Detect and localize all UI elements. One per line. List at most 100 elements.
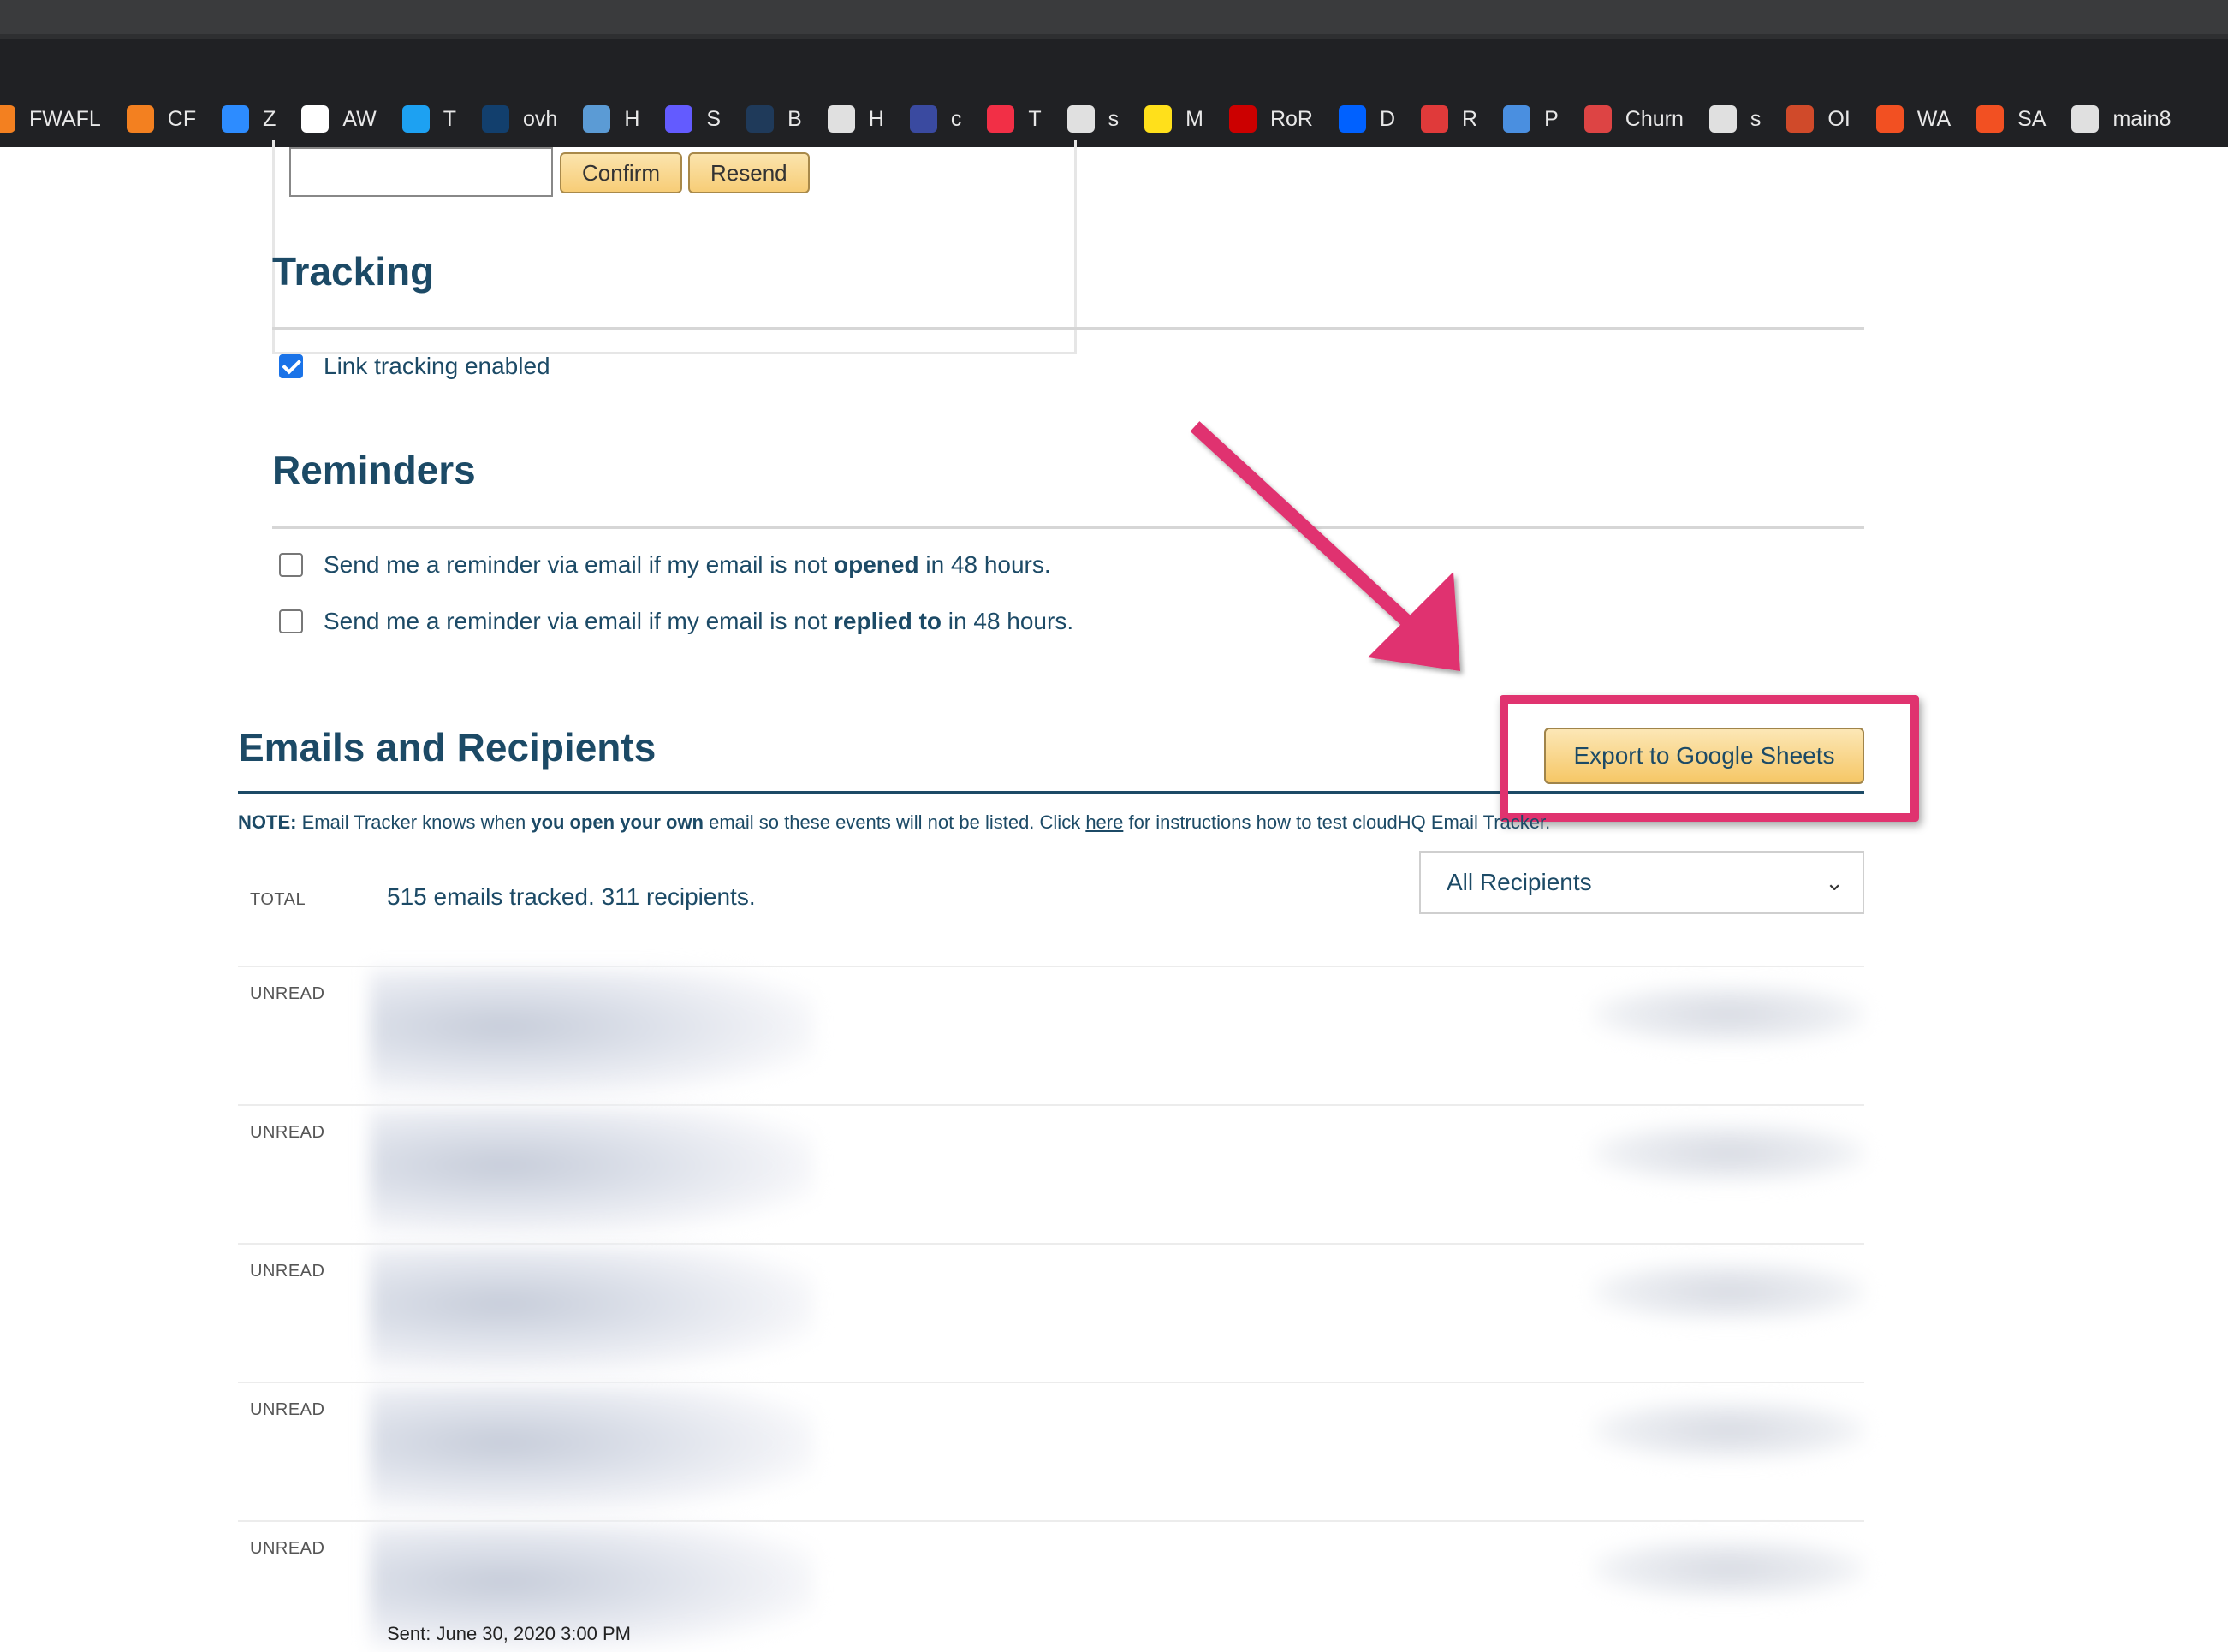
blurred-email-details[interactable] (370, 1246, 815, 1375)
link-tracking-row[interactable]: Link tracking enabled (279, 353, 550, 380)
bookmark-label: P (1544, 106, 1559, 131)
confirm-button[interactable]: Confirm (560, 152, 683, 193)
bookmark-15[interactable]: D (1338, 105, 1396, 133)
tracking-heading: Tracking (272, 249, 435, 294)
bookmark-label: s (1750, 106, 1762, 131)
dropbox-icon (1338, 105, 1366, 133)
windows-icon (1875, 105, 1904, 133)
tracking-divider (272, 327, 1864, 330)
bookmark-0[interactable]: FWAFL (0, 105, 101, 133)
page-content: Confirm Resend Tracking Link tracking en… (0, 140, 2228, 1652)
annotation-arrow (1190, 421, 1460, 671)
chevron-down-icon: ⌄ (1825, 870, 1844, 895)
link-tracking-label: Link tracking enabled (324, 353, 550, 379)
bookmark-23[interactable]: main8 (2071, 105, 2172, 133)
bookmark-16[interactable]: R (1421, 105, 1477, 133)
bookmark-label: M (1185, 106, 1203, 131)
instructions-link[interactable]: here (1085, 811, 1123, 833)
blurred-email-details[interactable] (370, 1385, 815, 1513)
row-divider (238, 1104, 1864, 1106)
dell-icon (2071, 105, 2100, 133)
red-house-icon (1421, 105, 1449, 133)
bookmark-11[interactable]: T (987, 105, 1042, 133)
hand-icon (1503, 105, 1531, 133)
twilio-icon (987, 105, 1015, 133)
bookmark-18[interactable]: Churn (1583, 105, 1684, 133)
row-divider (238, 1382, 1864, 1383)
email-status-label: UNREAD (250, 1400, 325, 1419)
mailchimp-icon (1144, 105, 1173, 133)
bookmark-1[interactable]: CF (126, 105, 196, 133)
bookmark-17[interactable]: P (1503, 105, 1559, 133)
bookmark-7[interactable]: S (665, 105, 721, 133)
link-tracking-checkbox[interactable] (279, 354, 303, 378)
reminder-opened-row[interactable]: Send me a reminder via email if my email… (279, 551, 1051, 579)
email-status-label: UNREAD (250, 1123, 325, 1142)
bookmark-3[interactable]: AW (301, 105, 377, 133)
bookmark-label: SA (2017, 106, 2047, 131)
tracker-note: NOTE: Email Tracker knows when you open … (238, 811, 1551, 833)
blurred-email-date (1592, 1539, 1866, 1599)
bookmark-10[interactable]: c (909, 105, 962, 133)
bookmark-22[interactable]: SA (1976, 105, 2046, 133)
bookmark-19[interactable]: s (1708, 105, 1762, 133)
bookmark-label: H (624, 106, 640, 131)
house-grid-icon (583, 105, 611, 133)
bookmark-label: Churn (1625, 106, 1684, 131)
dots-icon (909, 105, 937, 133)
ruby-icon (1228, 105, 1257, 133)
total-summary: 515 emails tracked. 311 recipients. (387, 883, 756, 910)
reminder-replied-row[interactable]: Send me a reminder via email if my email… (279, 608, 1073, 635)
annotation-highlight-box (1500, 695, 1919, 822)
bookmark-label: AW (342, 106, 377, 131)
email-status-label: UNREAD (250, 984, 325, 1003)
bookmark-label: Z (263, 106, 276, 131)
bookmark-label: R (1462, 106, 1478, 131)
bookmark-label: main8 (2112, 106, 2172, 131)
bookmark-label: FWAFL (29, 106, 101, 131)
emails-heading: Emails and Recipients (238, 725, 657, 770)
bookmark-20[interactable]: OI (1786, 105, 1851, 133)
bookmark-label: RoR (1269, 106, 1313, 131)
github-icon (1708, 105, 1737, 133)
blurred-email-details[interactable] (370, 1108, 815, 1236)
reminder-replied-label: Send me a reminder via email if my email… (324, 608, 1074, 634)
reminder-replied-checkbox[interactable] (279, 609, 303, 633)
blurred-email-date (1592, 1262, 1866, 1322)
stripe-s-icon (665, 105, 693, 133)
bookmark-4[interactable]: T (401, 105, 456, 133)
windows-icon (1976, 105, 2005, 133)
bookmark-label: ovh (523, 106, 558, 131)
blurred-email-date (1592, 1123, 1866, 1183)
chat-icon (1786, 105, 1815, 133)
recipients-filter-select[interactable]: All Recipients ⌄ (1419, 851, 1864, 914)
recipients-filter-value: All Recipients (1447, 869, 1592, 895)
bookmark-label: D (1379, 106, 1396, 131)
cloud-icon (126, 105, 154, 133)
bookmark-5[interactable]: ovh (482, 105, 557, 133)
blurred-email-details[interactable] (370, 969, 815, 1097)
reminders-heading: Reminders (272, 448, 476, 492)
bookmark-21[interactable]: WA (1875, 105, 1952, 133)
reminder-opened-checkbox[interactable] (279, 553, 303, 577)
mail-icon (1583, 105, 1612, 133)
bookmark-label: c (950, 106, 962, 131)
resend-button[interactable]: Resend (688, 152, 810, 193)
confirmation-code-input[interactable] (289, 147, 553, 197)
tab-strip (0, 39, 2228, 91)
bookmark-label: WA (1916, 106, 1952, 131)
bookmark-13[interactable]: M (1144, 105, 1203, 133)
row-divider (238, 1243, 1864, 1245)
bookmarks-bar: FWAFL CF Z AW Tovh H S B Hc Ts M RoR D R P Churn s OI WA SA… (0, 91, 2228, 147)
bookmark-label: B (787, 106, 802, 131)
bookmark-14[interactable]: RoR (1228, 105, 1313, 133)
bank-icon (746, 105, 775, 133)
email-sent-timestamp: Sent: June 30, 2020 3:00 PM (387, 1623, 631, 1644)
bookmark-6[interactable]: H (583, 105, 639, 133)
total-label: TOTAL (250, 890, 306, 909)
bookmark-12[interactable]: s (1066, 105, 1119, 133)
bookmark-2[interactable]: Z (222, 105, 276, 133)
bookmark-9[interactable]: H (827, 105, 884, 133)
reminder-opened-label: Send me a reminder via email if my email… (324, 551, 1051, 578)
bookmark-8[interactable]: B (746, 105, 802, 133)
